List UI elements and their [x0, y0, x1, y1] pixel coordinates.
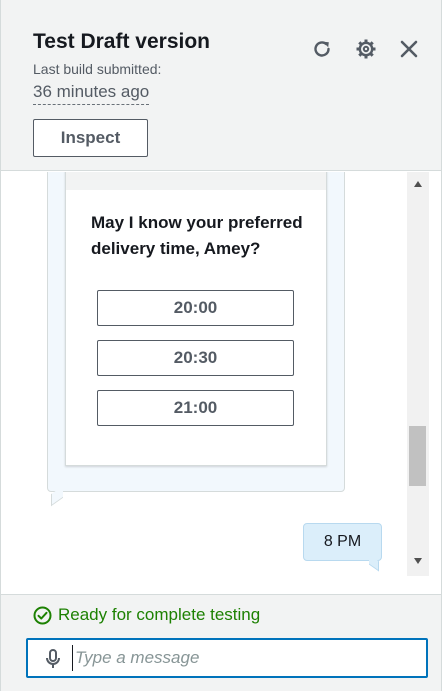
- card-image-area: [66, 172, 326, 190]
- build-time[interactable]: 36 minutes ago: [33, 82, 150, 105]
- bot-question: May I know your preferred delivery time,…: [91, 213, 303, 258]
- option-button[interactable]: 20:30: [97, 340, 294, 376]
- status-text: Ready for complete testing: [58, 605, 261, 624]
- refresh-icon[interactable]: [310, 37, 334, 61]
- response-card: May I know your preferred delivery time,…: [65, 172, 327, 466]
- microphone-icon[interactable]: [44, 649, 62, 669]
- scroll-down-arrow-icon[interactable]: [407, 557, 429, 569]
- message-input[interactable]: [72, 645, 417, 671]
- gear-icon[interactable]: [354, 37, 378, 61]
- option-button[interactable]: 20:00: [97, 290, 294, 326]
- close-icon[interactable]: [397, 37, 421, 61]
- panel-title: Test Draft version: [33, 30, 210, 53]
- panel-footer: Ready for complete testing: [1, 594, 441, 691]
- scroll-up-arrow-icon[interactable]: [407, 180, 429, 192]
- build-label: Last build submitted:: [33, 61, 162, 77]
- inspect-button[interactable]: Inspect: [33, 119, 148, 157]
- chat-transcript[interactable]: May I know your preferred delivery time,…: [7, 172, 407, 594]
- message-input-box[interactable]: [26, 638, 428, 678]
- scrollbar-thumb[interactable]: [409, 426, 426, 486]
- option-button[interactable]: 21:00: [97, 390, 294, 426]
- test-panel: Test Draft version Last build submitted:…: [0, 0, 442, 691]
- status-message: Ready for complete testing: [33, 605, 260, 625]
- chat-scrollbar[interactable]: [407, 172, 429, 576]
- check-circle-icon: [33, 606, 52, 624]
- panel-header: Test Draft version Last build submitted:…: [1, 0, 441, 171]
